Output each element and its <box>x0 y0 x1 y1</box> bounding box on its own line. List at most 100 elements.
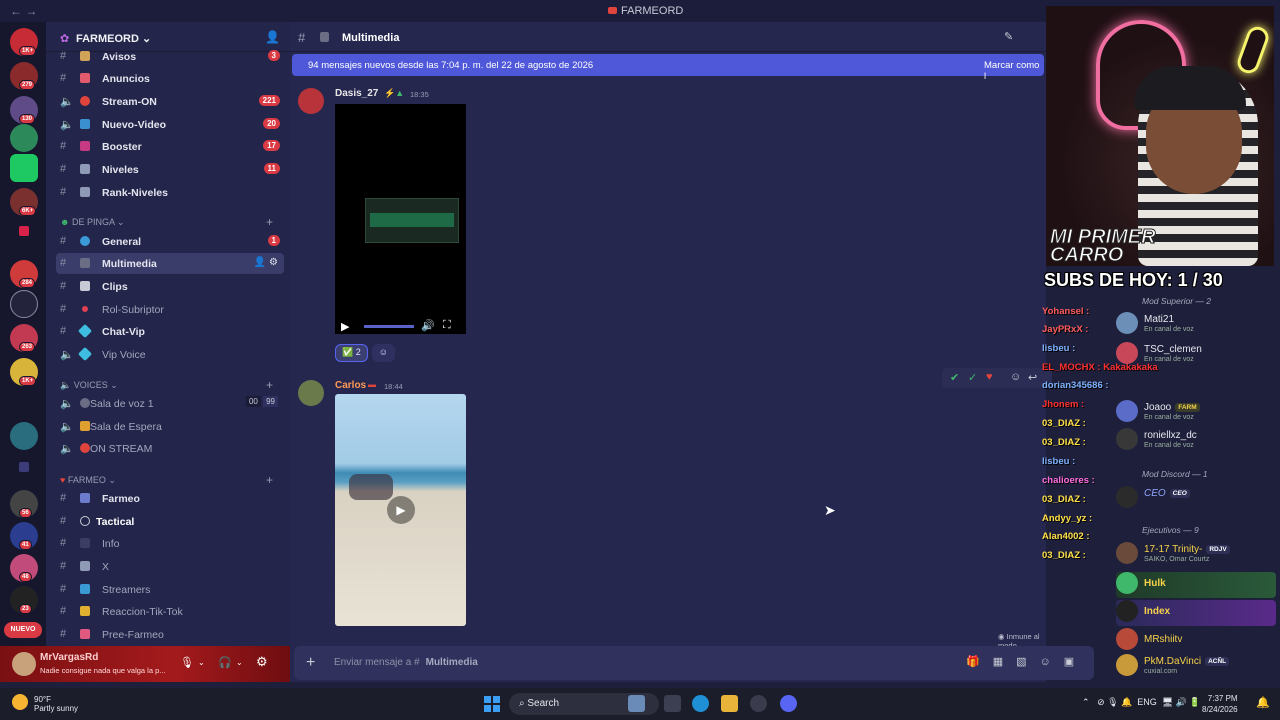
channel-vip-voice[interactable]: 🔈 Vip Voice <box>56 344 284 365</box>
channel-niveles[interactable]: # Niveles 11 <box>56 159 284 180</box>
channel-settings-icons[interactable]: 👤 ⚙ <box>254 257 278 268</box>
avatar[interactable] <box>298 88 324 114</box>
channel-info[interactable]: # Info <box>56 533 284 554</box>
server-icon-15[interactable]: 41 <box>10 522 38 550</box>
channel-nuevo-video[interactable]: 🔈 Nuevo-Video 20 <box>56 114 284 135</box>
server-icon-17[interactable]: 23 <box>10 586 38 614</box>
edge-icon[interactable] <box>692 695 709 712</box>
server-icon-9[interactable] <box>10 290 38 318</box>
file-explorer-icon[interactable] <box>721 695 738 712</box>
avatar[interactable] <box>298 380 324 406</box>
windows-start-icon[interactable] <box>484 696 500 712</box>
channel-anuncios[interactable]: # Anuncios <box>56 68 284 89</box>
member-item[interactable]: PkM.DaVinci ACÑL cuxial.com <box>1116 654 1276 680</box>
network-icon[interactable]: 🖥 🔊 🔋 <box>1162 697 1201 707</box>
member-item[interactable]: MRshiitv <box>1116 628 1276 654</box>
channel-booster[interactable]: # Booster 17 <box>56 136 284 157</box>
taskbar-app-icon[interactable] <box>628 695 645 712</box>
server-icon-16[interactable]: 48 <box>10 554 38 582</box>
server-icon-3[interactable]: 130 <box>10 96 38 124</box>
member-item[interactable]: TSC_clemen En canal de voz <box>1116 342 1276 368</box>
member-item[interactable]: 17-17 Trinity- RDJV SAIKO, Omar Courtz <box>1116 542 1276 568</box>
server-icon-5[interactable] <box>10 154 38 182</box>
add-member-icon[interactable]: 👤 <box>265 30 280 44</box>
server-icon-1[interactable]: 1K+ <box>10 28 38 56</box>
channel-clips[interactable]: # Clips <box>56 276 284 297</box>
task-view-icon[interactable] <box>664 695 681 712</box>
channel-rol-subriptor[interactable]: # Rol-Subriptor <box>56 299 284 320</box>
category-de-pinga[interactable]: ☻ DE PINGA ⌄ + <box>60 215 273 229</box>
server-icon-10[interactable]: 263 <box>10 324 38 352</box>
nav-arrows[interactable]: ← → <box>10 4 37 18</box>
weather-widget[interactable] <box>12 694 32 710</box>
channel-x[interactable]: # X <box>56 556 284 577</box>
voice-sala-de-voz-1[interactable]: 🔈 Sala de voz 1 00 99 <box>56 393 284 414</box>
threads-icon[interactable]: ✎ <box>1004 30 1013 43</box>
server-icon-4[interactable] <box>10 124 38 152</box>
play-icon[interactable]: ▶ <box>341 320 349 333</box>
video-attachment[interactable]: ▶ <box>335 394 466 626</box>
clock[interactable]: 7:37 PM 8/24/2026 <box>1202 693 1238 715</box>
member-item[interactable]: Hulk <box>1116 572 1276 598</box>
chevron-down-icon[interactable]: ⌄ <box>236 658 243 667</box>
composer-tools[interactable]: 🎁▦▧☺▣ <box>966 655 1087 668</box>
category-farmeo[interactable]: ♥ FARMEO ⌄ + <box>60 473 273 487</box>
add-channel-icon[interactable]: + <box>266 378 273 392</box>
channel-multimedia[interactable]: # Multimedia 👤 ⚙ <box>56 253 284 274</box>
message-author[interactable]: Carlos <box>335 380 366 391</box>
add-reaction-button[interactable]: ☺ <box>371 344 395 362</box>
volume-icon[interactable]: 🔊 <box>421 319 435 332</box>
channel-tactical[interactable]: # Tactical <box>56 511 284 532</box>
add-channel-icon[interactable]: + <box>266 473 273 487</box>
add-channel-icon[interactable]: + <box>266 215 273 229</box>
channel-reaccion-tik-tok[interactable]: # Reaccion-Tik-Tok <box>56 601 284 622</box>
channel-avisos[interactable]: # Avisos 3 <box>56 46 284 67</box>
microphone-icon[interactable]: 🎙 <box>180 656 194 669</box>
channel-farmeo[interactable]: # Farmeo <box>56 488 284 509</box>
server-icon-7[interactable] <box>19 226 29 236</box>
channel-pree-farmeo[interactable]: # Pree-Farmeo <box>56 624 284 645</box>
obs-icon[interactable] <box>750 695 767 712</box>
server-icon-2[interactable]: 279 <box>10 62 38 90</box>
channel-rank-niveles[interactable]: # Rank-Niveles <box>56 182 284 203</box>
server-icon-8[interactable]: 284 <box>10 260 38 288</box>
notification-icon[interactable]: 🔔 <box>1256 696 1270 709</box>
attach-plus-icon[interactable]: + <box>306 654 315 672</box>
language-indicator[interactable]: ENG <box>1137 697 1157 707</box>
server-icon-6[interactable]: 6K+ <box>10 188 38 216</box>
play-icon[interactable]: ▶ <box>387 496 415 524</box>
member-item[interactable]: Mati21 En canal de voz <box>1116 312 1276 338</box>
message-composer[interactable]: + Enviar mensaje a # Multimedia 🎁▦▧☺▣ <box>294 646 1094 680</box>
reply-icon[interactable]: ↩ <box>1028 371 1037 384</box>
member-item[interactable]: Joaoo FARM En canal de voz <box>1116 400 1276 426</box>
voice-sala-de-espera[interactable]: 🔈 Sala de Espera <box>56 416 284 437</box>
gear-icon[interactable]: ⚙ <box>256 654 268 670</box>
video-attachment[interactable]: ▶ 🔊 ⛶ <box>335 104 466 334</box>
new-servers-pill[interactable]: NUEVO <box>4 622 42 638</box>
voice-on-stream[interactable]: 🔈 ON STREAM <box>56 438 284 459</box>
member-item[interactable]: Index <box>1116 600 1276 626</box>
category-voices[interactable]: 🔈 VOICES ⌄ + <box>60 378 273 392</box>
heart-icon[interactable]: ♥ <box>986 371 993 383</box>
chevron-down-icon[interactable]: ⌄ <box>198 658 205 667</box>
seek-bar[interactable] <box>364 325 414 328</box>
channel-streamers[interactable]: # Streamers <box>56 579 284 600</box>
member-item[interactable]: roniellxz_dc En canal de voz <box>1116 428 1276 454</box>
server-icon-12[interactable] <box>10 422 38 450</box>
system-tray[interactable]: ⌃ ⊘ 🎙 🔔 ENG 🖥 🔊 🔋 <box>1082 697 1201 708</box>
reaction-chip[interactable]: ✅ 2 <box>335 344 368 362</box>
channel-general[interactable]: # General 1 <box>56 231 284 252</box>
message-author[interactable]: Dasis_27 <box>335 88 378 99</box>
new-messages-bar[interactable]: 94 mensajes nuevos desde las 7:04 p. m. … <box>292 54 1044 82</box>
check-icon[interactable]: ✓ <box>968 371 977 384</box>
add-reaction-icon[interactable]: ☺ <box>1010 371 1021 383</box>
server-icon-14[interactable]: 56 <box>10 490 38 518</box>
channel-stream-on[interactable]: 🔈 Stream-ON 221 <box>56 91 284 112</box>
fullscreen-icon[interactable]: ⛶ <box>443 319 451 332</box>
tray-icons[interactable]: ⊘ 🎙 🔔 <box>1097 697 1132 707</box>
chevron-up-icon[interactable]: ⌃ <box>1082 697 1090 707</box>
channel-chat-vip[interactable]: # Chat-Vip <box>56 321 284 342</box>
member-item[interactable]: CEO CEO <box>1116 486 1276 512</box>
server-icon-13[interactable] <box>19 462 29 472</box>
headphones-icon[interactable]: 🎧 <box>218 656 232 669</box>
